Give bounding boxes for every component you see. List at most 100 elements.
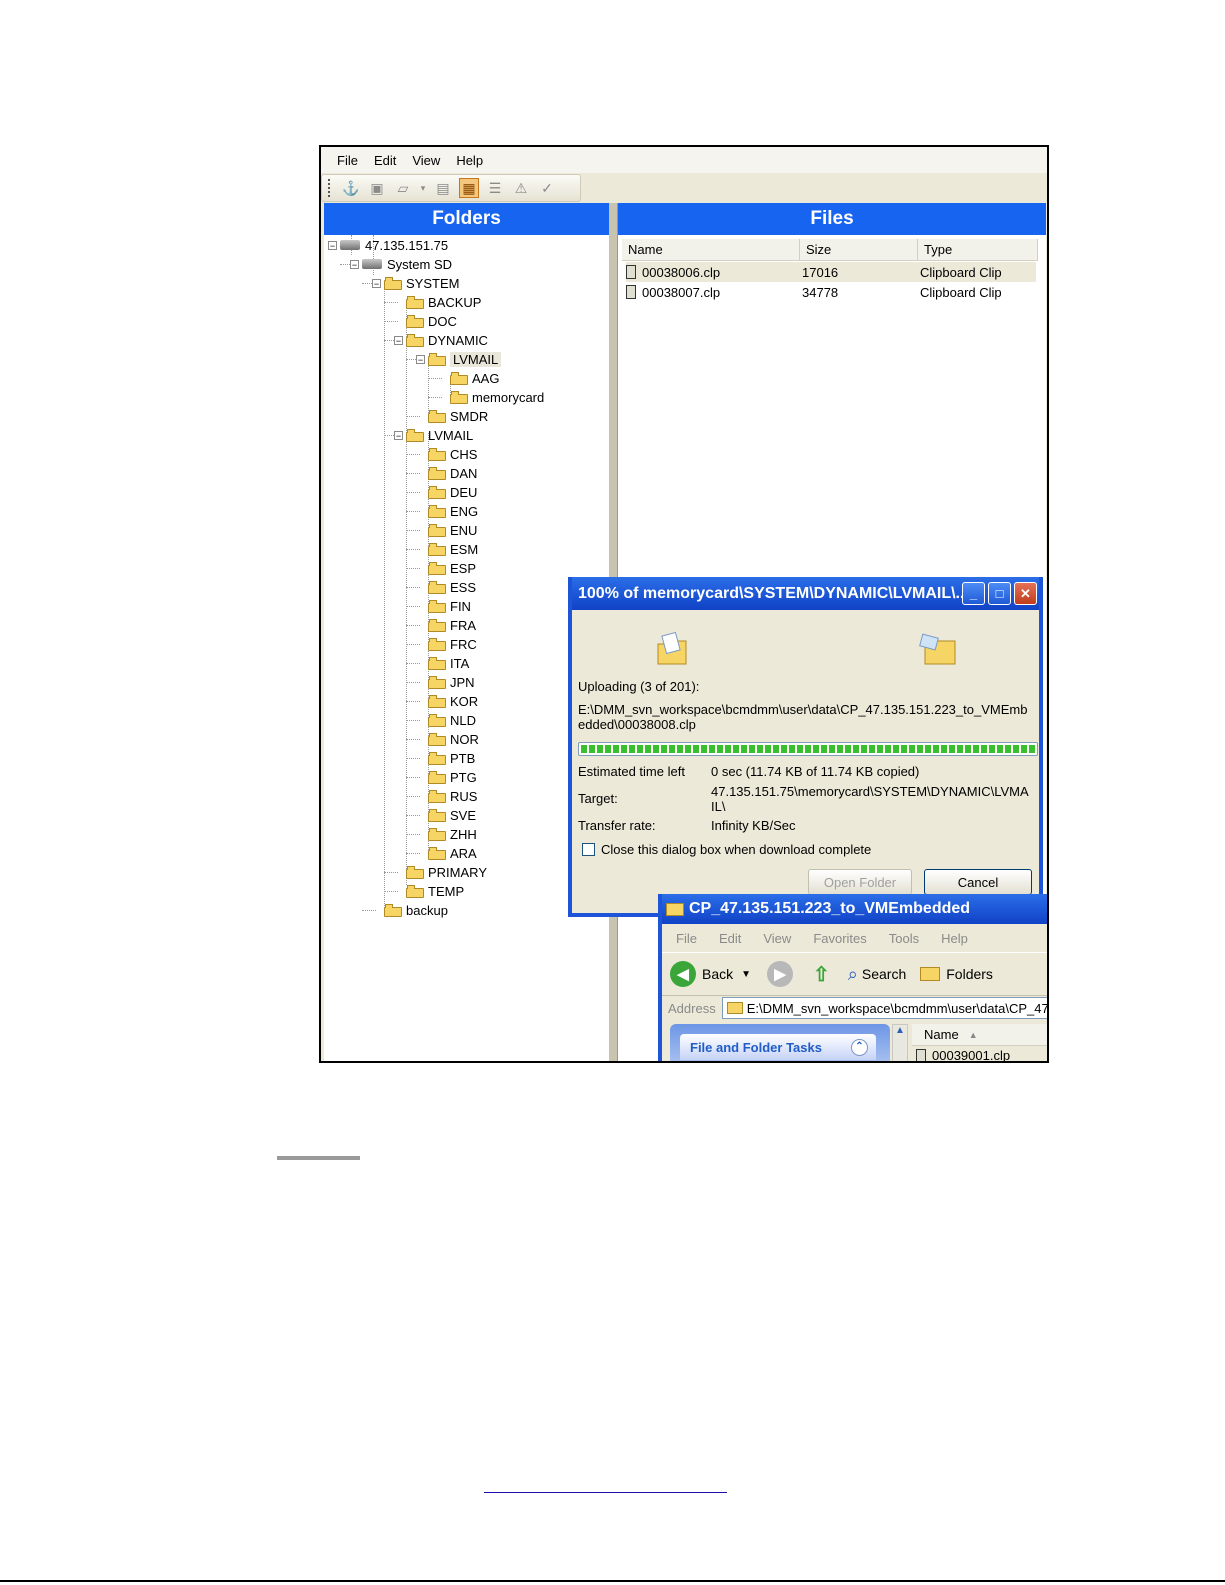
tree-node[interactable]: ESP (428, 559, 476, 577)
column-name[interactable]: Name (622, 239, 800, 261)
tree-node[interactable]: DYNAMIC (406, 331, 488, 349)
file-size: 17016 (802, 264, 839, 280)
address-field[interactable]: E:\DMM_svn_workspace\bcmdmm\user\data\CP… (721, 997, 1047, 1019)
close-when-complete-label[interactable]: Close this dialog box when download comp… (601, 842, 871, 857)
folder-icon (428, 808, 446, 822)
explorer-title-bar[interactable]: CP_47.135.151.223_to_VMEmbedded (662, 894, 1047, 924)
tree-node[interactable]: JPN (428, 673, 475, 691)
tree-node[interactable]: 47.135.151.75 (340, 236, 448, 254)
tree-node[interactable]: System SD (362, 255, 452, 273)
back-dropdown-icon[interactable]: ▼ (741, 969, 751, 980)
explorer-file-name: 00039001.clp (932, 1048, 1011, 1063)
save-icon[interactable]: ▣ (367, 178, 387, 198)
tree-node[interactable]: ESM (428, 540, 478, 558)
explorer-file-row[interactable]: 00039001.clp (916, 1048, 1011, 1063)
tree-node[interactable]: LVMAIL (406, 426, 473, 444)
address-bar: Address E:\DMM_svn_workspace\bcmdmm\user… (662, 995, 1047, 1021)
tree-node[interactable]: ENU (428, 521, 477, 539)
collapse-icon[interactable]: ⌃ (851, 1039, 868, 1056)
collapse-toggle-icon[interactable]: − (394, 336, 403, 346)
dropdown-arrow-icon[interactable]: ▾ (419, 178, 427, 198)
up-folder-icon[interactable]: ⇧ (813, 962, 830, 987)
files-header: Files (618, 203, 1046, 235)
menu-file[interactable]: File (321, 153, 358, 168)
tree-node[interactable]: LVMAIL (428, 350, 502, 368)
tree-node[interactable]: SVE (428, 806, 476, 824)
file-row[interactable]: 00038006.clp 17016 Clipboard Clip (626, 262, 1036, 282)
file-row[interactable]: 00038007.clp 34778 Clipboard Clip (626, 282, 1036, 302)
collapse-toggle-icon[interactable]: − (350, 260, 359, 270)
tree-node-label: backup (406, 902, 448, 918)
tree-node[interactable]: DEU (428, 483, 477, 501)
collapse-toggle-icon[interactable]: − (394, 431, 403, 441)
explorer-menu-edit[interactable]: Edit (719, 931, 741, 946)
tree-node-label: PRIMARY (428, 864, 487, 880)
open-folder-button[interactable]: Open Folder (808, 869, 912, 895)
minimize-button[interactable]: _ (962, 582, 985, 605)
tree-node[interactable]: SYSTEM (384, 274, 459, 292)
collapse-toggle-icon[interactable]: − (328, 241, 337, 251)
explorer-menu-tools[interactable]: Tools (889, 931, 919, 946)
upload-icon[interactable]: ▤ (433, 178, 453, 198)
tree-node[interactable]: PTG (428, 768, 477, 786)
maximize-button[interactable]: □ (988, 582, 1011, 605)
explorer-menu-file[interactable]: File (676, 931, 697, 946)
collapse-toggle-icon[interactable]: − (416, 355, 425, 365)
tree-node[interactable]: SMDR (428, 407, 488, 425)
tree-node[interactable]: NLD (428, 711, 476, 729)
tree-node[interactable]: ENG (428, 502, 478, 520)
tree-node[interactable]: memorycard (450, 388, 544, 406)
explorer-menu-help[interactable]: Help (941, 931, 968, 946)
tree-node[interactable]: AAG (450, 369, 499, 387)
tree-node[interactable]: CHS (428, 445, 477, 463)
tree-node[interactable]: backup (384, 901, 448, 919)
connect-icon[interactable]: ⚓ (341, 178, 361, 198)
properties-icon[interactable]: ☰ (485, 178, 505, 198)
transfer-rate-label: Transfer rate: (578, 818, 656, 833)
explorer-menu-favorites[interactable]: Favorites (813, 931, 866, 946)
menu-view[interactable]: View (396, 153, 440, 168)
close-button[interactable]: ✕ (1014, 582, 1037, 605)
cancel-button[interactable]: Cancel (924, 869, 1032, 895)
close-when-complete-checkbox[interactable] (582, 843, 595, 856)
search-button[interactable]: ⌕ Search (848, 964, 906, 985)
back-button[interactable]: ◀ Back ▼ (670, 961, 751, 987)
tree-node[interactable]: RUS (428, 787, 477, 805)
copy-icon[interactable]: ▦ (459, 178, 479, 198)
tree-node[interactable]: FRC (428, 635, 477, 653)
open-icon[interactable]: ▱ (393, 178, 413, 198)
tree-node[interactable]: ARA (428, 844, 477, 862)
tree-node[interactable]: FRA (428, 616, 476, 634)
collapse-toggle-icon[interactable]: − (372, 279, 381, 289)
tree-connector (406, 777, 420, 778)
tree-node[interactable]: KOR (428, 692, 478, 710)
tree-node[interactable]: BACKUP (406, 293, 481, 311)
column-size[interactable]: Size (800, 239, 918, 261)
folders-button[interactable]: Folders (920, 966, 993, 982)
alert-icon[interactable]: ⚠ (511, 178, 531, 198)
tree-node[interactable]: NOR (428, 730, 479, 748)
tree-node[interactable]: DAN (428, 464, 477, 482)
forward-arrow-icon[interactable]: ▶ (767, 961, 794, 987)
tree-node-label: SMDR (450, 408, 489, 424)
tree-node[interactable]: ZHH (428, 825, 477, 843)
toolbar-grip[interactable] (328, 179, 333, 197)
tree-node[interactable]: DOC (406, 312, 457, 330)
tree-node[interactable]: PTB (428, 749, 475, 767)
tree-node[interactable]: TEMP (406, 882, 464, 900)
vertical-scrollbar[interactable]: ▲ (892, 1024, 908, 1061)
hyperlink-underline[interactable] (484, 1478, 727, 1493)
column-type[interactable]: Type (918, 239, 1038, 261)
check-icon[interactable]: ✓ (537, 178, 557, 198)
menu-edit[interactable]: Edit (358, 153, 396, 168)
explorer-menu-view[interactable]: View (763, 931, 791, 946)
source-path-line2: edded\00038008.clp (578, 717, 696, 732)
tree-node[interactable]: ESS (428, 578, 476, 596)
tree-node-label: ITA (450, 655, 470, 671)
tree-node[interactable]: FIN (428, 597, 471, 615)
file-folder-tasks-header[interactable]: File and Folder Tasks ⌃ (680, 1034, 876, 1060)
menu-help[interactable]: Help (440, 153, 483, 168)
tree-node[interactable]: ITA (428, 654, 469, 672)
explorer-name-column[interactable]: Name ▲ (912, 1024, 1047, 1046)
tree-node[interactable]: PRIMARY (406, 863, 487, 881)
